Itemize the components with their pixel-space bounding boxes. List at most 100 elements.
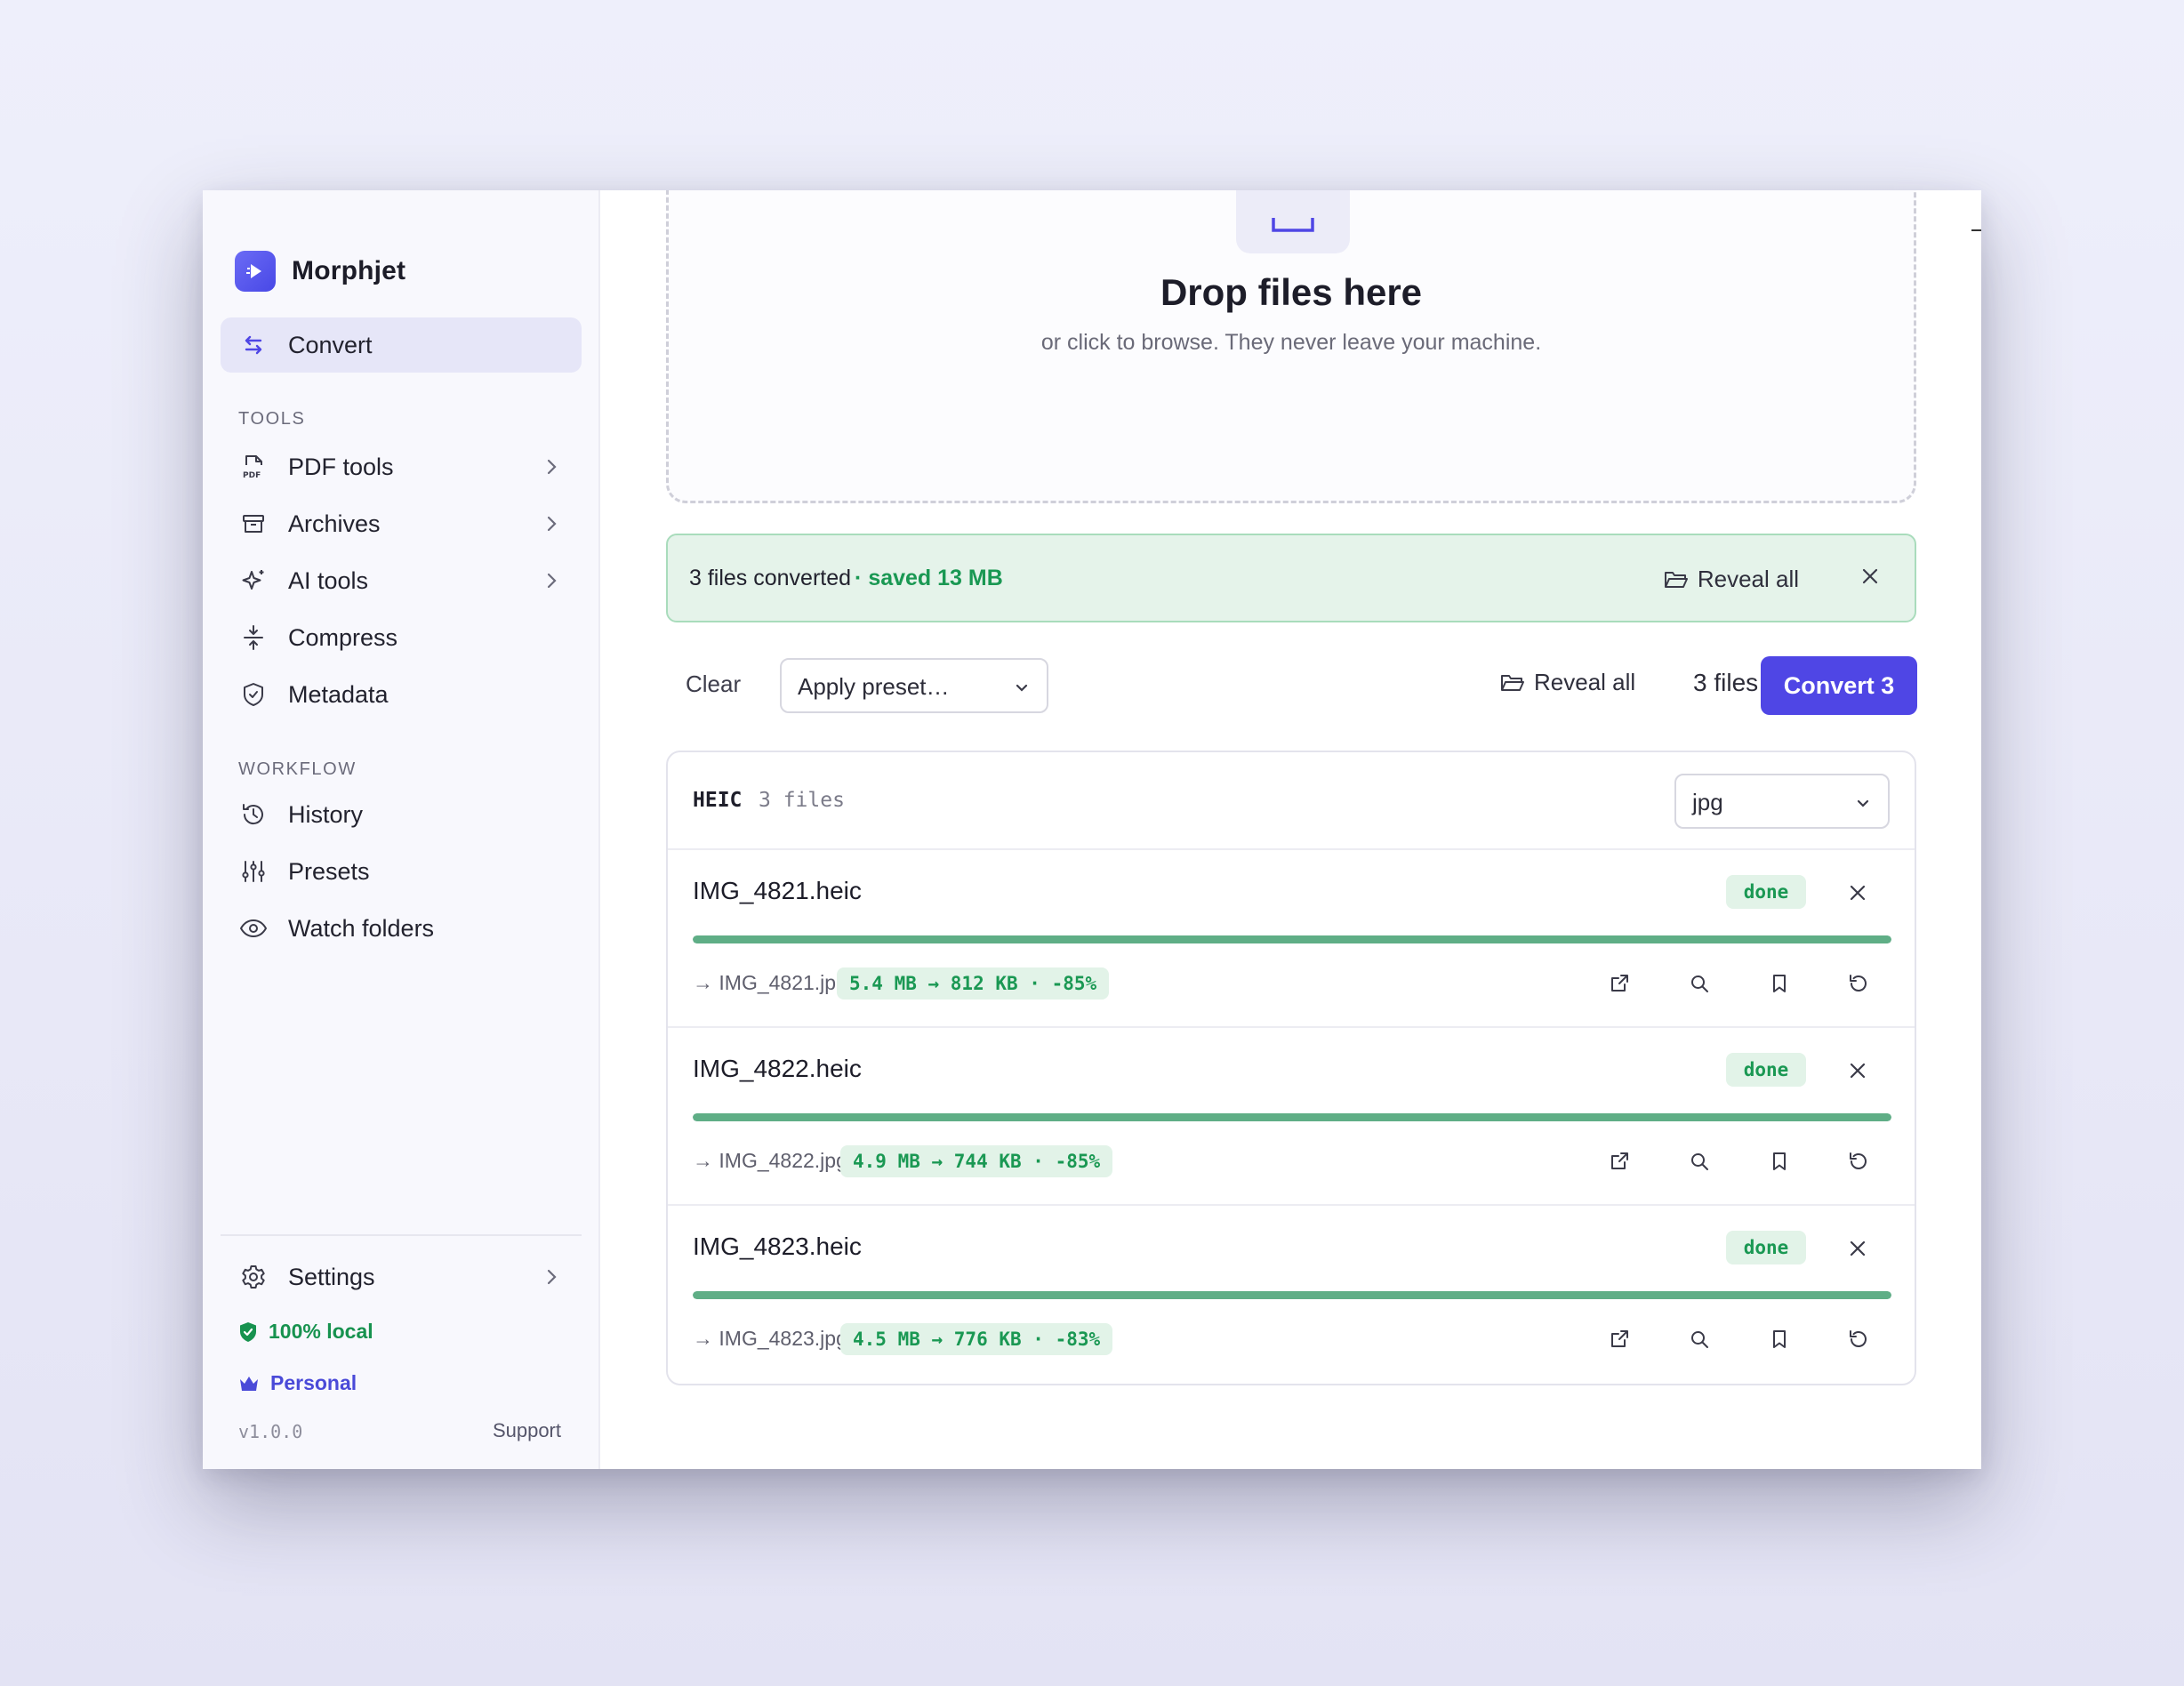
preview-button[interactable] (1684, 1146, 1714, 1176)
app-version: v1.0.0 (238, 1421, 303, 1442)
banner-dismiss-button[interactable] (1859, 566, 1881, 587)
chevron-down-icon (1016, 684, 1028, 692)
main-content: Drop files here or click to browse. They… (600, 190, 1981, 1469)
open-file-button[interactable] (1604, 1324, 1634, 1354)
sidebar-item-ai-tools[interactable]: AI tools (221, 553, 582, 608)
drop-zone-subtitle: or click to browse. They never leave you… (1040, 330, 1542, 355)
clear-button[interactable]: Clear (686, 670, 741, 698)
banner-reveal-all-button[interactable]: Reveal all (1664, 566, 1799, 593)
sidebar-item-settings[interactable]: Settings (221, 1249, 582, 1305)
close-icon (1862, 568, 1878, 584)
progress-fill (693, 1113, 1891, 1121)
preview-button[interactable] (1684, 1324, 1714, 1354)
success-banner: 3 files converted · saved 13 MB Reveal a… (666, 534, 1916, 622)
shield-check-icon (239, 680, 268, 709)
progress-bar (693, 935, 1891, 943)
chevron-right-icon (541, 513, 562, 534)
eye-icon (239, 914, 268, 943)
target-format-select[interactable]: jpg (1674, 774, 1890, 829)
minimize-button[interactable] (1957, 208, 1981, 253)
save-preset-button[interactable] (1764, 1324, 1795, 1354)
file-row: IMG_4821.heic done → IMG_4821.jpg 5.4 MB… (668, 850, 1915, 1028)
save-preset-button[interactable] (1764, 968, 1795, 999)
output-file-name: → IMG_4821.jpg (693, 971, 847, 994)
app-window: Morphjet Convert TOOLS PDF PDF tools Arc… (203, 190, 1981, 1469)
search-icon (1691, 975, 1708, 992)
status-badge: done (1726, 1231, 1806, 1264)
redo-button[interactable] (1843, 968, 1874, 999)
size-stats-badge: 5.4 MB → 812 KB · -85% (837, 967, 1110, 1000)
sidebar-item-label: Presets (288, 857, 370, 885)
plan-label: Personal (270, 1371, 357, 1394)
sidebar-item-label: PDF tools (288, 453, 394, 480)
folder-open-icon (1501, 674, 1524, 691)
remove-file-button[interactable] (1847, 1060, 1868, 1081)
svg-text:PDF: PDF (243, 471, 261, 480)
sidebar-item-label: Compress (288, 623, 398, 651)
preset-select[interactable]: Apply preset… (780, 658, 1048, 713)
preset-select-value: Apply preset… (798, 673, 950, 700)
history-icon (239, 800, 268, 829)
size-stats-badge: 4.5 MB → 776 KB · -83% (840, 1323, 1113, 1355)
status-badge: done (1726, 1053, 1806, 1087)
shield-check-filled-icon (240, 1321, 256, 1342)
sidebar-item-archives[interactable]: Archives (221, 496, 582, 551)
close-icon (1850, 1240, 1866, 1256)
swap-arrows-icon (239, 331, 268, 359)
app-name: Morphjet (292, 256, 406, 285)
progress-bar (693, 1113, 1891, 1121)
file-count: 3 files (1693, 669, 1759, 696)
progress-fill (693, 935, 1891, 943)
tools-section-heading: TOOLS (238, 409, 306, 429)
open-file-button[interactable] (1604, 968, 1634, 999)
preview-button[interactable] (1684, 968, 1714, 999)
rotate-ccw-icon (1850, 975, 1867, 992)
sidebar-item-pdf-tools[interactable]: PDF PDF tools (221, 439, 582, 494)
save-preset-button[interactable] (1764, 1146, 1795, 1176)
reveal-all-button[interactable]: Reveal all (1500, 669, 1635, 696)
sidebar-item-convert[interactable]: Convert (221, 317, 582, 373)
open-file-button[interactable] (1604, 1146, 1634, 1176)
sidebar-item-watch-folders[interactable]: Watch folders (221, 901, 582, 956)
sidebar-item-label: History (288, 800, 364, 828)
convert-button[interactable]: Convert 3 (1761, 656, 1917, 715)
bookmark-icon (1773, 1152, 1786, 1170)
progress-fill (693, 1291, 1891, 1299)
file-group: HEIC 3 files jpg IMG_4821.heic done → IM… (666, 751, 1916, 1385)
support-link[interactable]: Support (493, 1419, 561, 1442)
drop-zone[interactable]: Drop files here or click to browse. They… (666, 190, 1916, 503)
sidebar-item-label: Watch folders (288, 914, 435, 942)
redo-button[interactable] (1843, 1146, 1874, 1176)
output-file-name: → IMG_4823.jpg (693, 1327, 847, 1350)
sliders-icon (239, 857, 268, 886)
workflow-section-heading: WORKFLOW (238, 759, 357, 779)
sidebar-item-label: AI tools (288, 566, 369, 594)
chevron-down-icon (1857, 799, 1869, 807)
file-row: IMG_4823.heic done → IMG_4823.jpg 4.5 MB… (668, 1206, 1915, 1384)
plan-badge[interactable]: Personal (238, 1371, 357, 1395)
close-icon (1850, 885, 1866, 901)
banner-reveal-label: Reveal all (1697, 566, 1799, 592)
rotate-ccw-icon (1850, 1330, 1867, 1347)
sidebar-item-metadata[interactable]: Metadata (221, 667, 582, 722)
remove-file-button[interactable] (1847, 1238, 1868, 1259)
redo-button[interactable] (1843, 1324, 1874, 1354)
remove-file-button[interactable] (1847, 882, 1868, 903)
bookmark-icon (1773, 1330, 1786, 1348)
sidebar-divider (221, 1234, 582, 1236)
sidebar: Morphjet Convert TOOLS PDF PDF tools Arc… (203, 190, 600, 1469)
chevron-right-icon (541, 456, 562, 478)
sidebar-item-presets[interactable]: Presets (221, 844, 582, 899)
chevron-right-icon (541, 570, 562, 591)
minimize-icon (1971, 229, 1981, 231)
sidebar-item-compress[interactable]: Compress (221, 610, 582, 665)
sidebar-item-label: Archives (288, 510, 381, 537)
external-link-icon (1611, 975, 1628, 992)
upload-icon (1236, 190, 1350, 253)
file-name: IMG_4822.heic (693, 1055, 862, 1082)
toolbar: Clear Apply preset… Reveal all 3 files C… (666, 656, 1917, 715)
sidebar-item-history[interactable]: History (221, 787, 582, 842)
search-icon (1691, 1331, 1708, 1348)
pdf-file-icon: PDF (239, 453, 268, 481)
output-file-name: → IMG_4822.jpg (693, 1149, 847, 1172)
